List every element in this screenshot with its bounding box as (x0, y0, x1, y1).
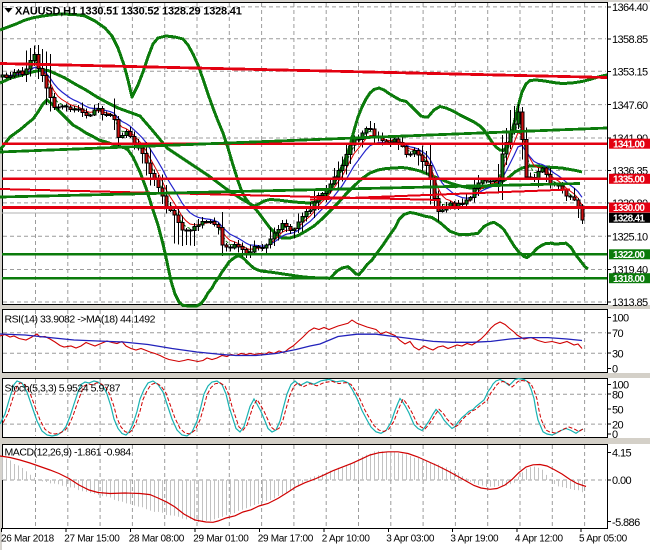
svg-text:0.00: 0.00 (612, 475, 631, 487)
svg-text:1358.85: 1358.85 (612, 34, 648, 46)
svg-text:MACD(12,26,9) -1.861 -0.984: MACD(12,26,9) -1.861 -0.984 (5, 447, 132, 459)
svg-text:4 Apr 12:00: 4 Apr 12:00 (515, 534, 564, 545)
svg-text:28 Mar 08:00: 28 Mar 08:00 (129, 534, 185, 545)
svg-text:29 Mar 01:00: 29 Mar 01:00 (193, 534, 249, 545)
svg-text:-5.886: -5.886 (612, 517, 640, 529)
svg-text:70: 70 (612, 328, 624, 340)
svg-text:27 Mar 15:00: 27 Mar 15:00 (64, 534, 120, 545)
svg-text:80: 80 (612, 389, 624, 401)
svg-text:100: 100 (612, 313, 629, 325)
svg-text:XAUUSD,H1 1330.51 1330.52 132: XAUUSD,H1 1330.51 1330.52 1328.29 1328.4… (15, 6, 242, 18)
svg-text:1318.00: 1318.00 (613, 274, 645, 285)
svg-text:0: 0 (612, 364, 618, 376)
svg-text:1322.00: 1322.00 (613, 250, 645, 261)
svg-text:Stoch(5,3,3) 5.9524 5.9787: Stoch(5,3,3) 5.9524 5.9787 (5, 383, 121, 395)
svg-text:3 Apr 19:00: 3 Apr 19:00 (450, 534, 499, 545)
svg-text:RSI(14) 33.9082 ->MA(18) 44.1: RSI(14) 33.9082 ->MA(18) 44.1492 (5, 314, 156, 326)
svg-text:3 Apr 03:00: 3 Apr 03:00 (386, 534, 435, 545)
svg-text:30: 30 (612, 348, 624, 360)
svg-text:4.15: 4.15 (612, 448, 631, 460)
svg-text:1313.85: 1313.85 (612, 297, 648, 309)
svg-text:26 Mar 2018: 26 Mar 2018 (1, 534, 55, 545)
svg-text:1353.15: 1353.15 (612, 67, 648, 79)
svg-text:2 Apr 10:00: 2 Apr 10:00 (322, 534, 371, 545)
svg-text:1347.60: 1347.60 (612, 100, 648, 112)
svg-text:5 Apr 05:00: 5 Apr 05:00 (579, 534, 628, 545)
svg-text:50: 50 (612, 404, 624, 416)
svg-text:1364.40: 1364.40 (612, 2, 648, 14)
svg-text:0: 0 (612, 429, 618, 441)
svg-text:1328.41: 1328.41 (613, 214, 645, 225)
svg-text:1335.00: 1335.00 (613, 175, 645, 186)
svg-text:1341.00: 1341.00 (613, 139, 645, 150)
svg-text:1325.10: 1325.10 (612, 231, 648, 243)
svg-text:29 Mar 17:00: 29 Mar 17:00 (258, 534, 314, 545)
